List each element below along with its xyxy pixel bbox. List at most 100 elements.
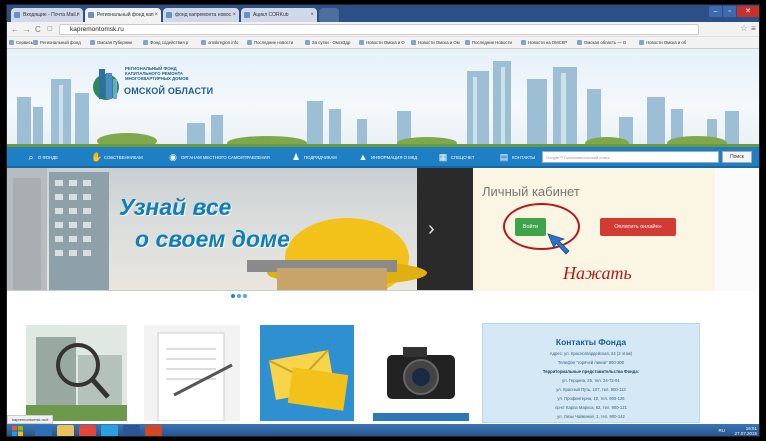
- logo-title: Омской области: [124, 86, 214, 96]
- folder-icon[interactable]: [57, 425, 74, 436]
- building-magnifier-image: [26, 325, 127, 421]
- slider-dot[interactable]: [243, 294, 247, 298]
- nav-item-contractors[interactable]: Подрядчикам: [304, 147, 337, 168]
- cabinet-title: Личный кабинет: [482, 184, 580, 199]
- close-icon[interactable]: ×: [76, 8, 80, 22]
- slider-dot[interactable]: [237, 294, 241, 298]
- bookmark-item[interactable]: Последние новости: [247, 39, 293, 47]
- status-url: kapremontomsk.ru/#: [7, 415, 54, 424]
- tab-corkub[interactable]: Ацикл CORKub ×: [241, 8, 317, 22]
- bookmark-item[interactable]: Омская область — О: [577, 39, 626, 47]
- close-window-icon[interactable]: ✕: [737, 6, 759, 17]
- building-icon: ▦: [438, 152, 448, 162]
- search-icon: ⌕: [28, 152, 34, 162]
- tab-fund[interactable]: Региональный фонд кап ×: [85, 8, 161, 22]
- slide-heading-line2: о своем доме: [135, 226, 290, 252]
- new-tab-button[interactable]: [319, 8, 339, 22]
- skype-icon[interactable]: [101, 425, 118, 436]
- bookmarks-bar: Сервисы Региональный фонд Омская Губерни…: [7, 37, 759, 49]
- globe-icon: ◉: [169, 152, 177, 162]
- close-icon[interactable]: ×: [310, 8, 314, 22]
- bookmark-item[interactable]: За сутки - ОмскЗдр: [305, 39, 350, 47]
- tile-camera[interactable]: [373, 325, 469, 421]
- windows-start-icon[interactable]: [11, 425, 24, 437]
- site-icon: [88, 12, 94, 18]
- logo-subtitle: Региональный фонд капитального ремонта м…: [125, 66, 189, 81]
- hero-slider: Узнай все о своем доме ›: [7, 168, 473, 291]
- chevron-right-icon[interactable]: ›: [428, 218, 435, 241]
- search-input[interactable]: Google™ Пользовательский поиск: [542, 151, 719, 163]
- back-icon[interactable]: ←: [11, 24, 19, 35]
- window-controls: – ▫ ✕: [709, 6, 759, 19]
- close-icon[interactable]: ×: [232, 8, 236, 22]
- nav-item-mkd-info[interactable]: Информация о МКД: [371, 147, 417, 168]
- forward-icon[interactable]: →: [23, 24, 31, 35]
- nav-item-local-gov[interactable]: Органам местного самоуправления: [181, 147, 270, 168]
- chrome-icon[interactable]: [79, 425, 96, 436]
- google-icon: [166, 12, 172, 18]
- tile-building[interactable]: [26, 325, 127, 421]
- search-button[interactable]: Поиск: [722, 151, 752, 163]
- panel-spacer: [715, 168, 759, 291]
- browser-window: Входящие - Почта Mail.r × Региональный фо…: [6, 4, 760, 437]
- bookmark-item[interactable]: Новости Омска и Ом: [411, 39, 460, 47]
- powerpoint-icon[interactable]: [145, 425, 162, 436]
- tile-documents[interactable]: [144, 325, 240, 421]
- reload-icon[interactable]: C: [35, 24, 41, 35]
- warning-icon: ▲: [358, 152, 368, 162]
- minimize-icon[interactable]: –: [709, 6, 722, 17]
- contact-line: ул. Красный Путь, 107, тел. 900-113: [556, 387, 626, 392]
- bookmark-item[interactable]: Новости Омска и об: [639, 39, 686, 47]
- nav-item-special-account[interactable]: Спецсчет: [451, 147, 475, 168]
- contact-line: Телефон "горячей линии" 900-300: [557, 360, 625, 365]
- nav-item-contacts[interactable]: Контакты: [512, 147, 535, 168]
- menu-icon[interactable]: ≡: [751, 24, 756, 33]
- contact-line: Территориальные представительства Фонда:: [542, 369, 640, 374]
- main-nav: ⌕ О фонде ✋ Собственникам ◉ Органам мест…: [7, 147, 759, 168]
- system-tray: RU 16:51 27.07.2015: [719, 426, 758, 436]
- bookmark-item[interactable]: Региональный фонд: [33, 39, 81, 47]
- people-icon: ♟: [291, 152, 301, 162]
- site-header: Региональный фонд капитального ремонта м…: [7, 49, 759, 147]
- maximize-icon[interactable]: ▫: [723, 6, 736, 17]
- ie-icon[interactable]: [35, 425, 52, 436]
- mail-icon: [14, 12, 20, 18]
- page-icon: [244, 12, 250, 18]
- nav-item-about[interactable]: О фонде: [38, 147, 58, 168]
- page-info-icon[interactable]: ▢: [47, 24, 53, 35]
- taskbar: RU 16:51 27.07.2015: [7, 424, 759, 437]
- contact-line: ул. Герцена, 25, тел. 24-72-91: [562, 378, 620, 383]
- tab-mail[interactable]: Входящие - Почта Mail.r ×: [11, 8, 83, 22]
- contact-line: пр-кт Карла Маркса, 62, тел. 900-121: [555, 405, 627, 410]
- nav-item-owners[interactable]: Собственникам: [104, 147, 143, 168]
- contacts-title: Контакты Фонда: [555, 337, 627, 347]
- bookmark-item[interactable]: Омская Губернии: [90, 39, 132, 47]
- bookmark-item[interactable]: Фонд содействия р: [143, 39, 188, 47]
- slider-dots: [231, 294, 247, 298]
- contact-line: Адрес: ул. Красногвардейская, 24 (2 этаж…: [549, 351, 633, 356]
- envelopes-image: [260, 325, 354, 421]
- close-icon[interactable]: ×: [154, 8, 158, 22]
- word-icon[interactable]: [123, 425, 140, 436]
- address-bar[interactable]: kapremontomsk.ru: [59, 24, 699, 35]
- annotation-label: Нажать: [563, 263, 632, 283]
- bookmark-item[interactable]: Последние Новости: [465, 39, 512, 47]
- bookmark-item[interactable]: Новости Омска и О: [359, 39, 405, 47]
- clock-date[interactable]: 27.07.2015: [734, 431, 757, 436]
- address-row: ← → C ▢ kapremontomsk.ru ☆ ≡: [7, 22, 759, 37]
- slider-dot[interactable]: [231, 294, 235, 298]
- pointer-arrow-icon: [547, 233, 570, 255]
- slide-heading-line1: Узнай все: [119, 194, 232, 220]
- tab-strip: Входящие - Почта Mail.r × Региональный фо…: [7, 5, 759, 22]
- pay-online-button[interactable]: Оплатить онлайн»: [600, 218, 676, 236]
- bookmark-item[interactable]: Сервисы: [9, 39, 34, 47]
- contact-line: ул. Профинтерна, 10, тел. 900-126: [557, 396, 625, 401]
- tab-news[interactable]: фонд капремонта новос ×: [163, 8, 239, 22]
- language-indicator[interactable]: RU: [719, 428, 726, 433]
- documents-pen-image: [144, 325, 240, 421]
- bookmark-item[interactable]: Новости на ОМСКР: [521, 39, 567, 47]
- tile-mail[interactable]: [260, 325, 354, 421]
- star-icon[interactable]: ☆: [740, 23, 748, 34]
- bookmark-item[interactable]: omskregion.info: [201, 39, 238, 47]
- contact-icon: ▤: [499, 152, 509, 162]
